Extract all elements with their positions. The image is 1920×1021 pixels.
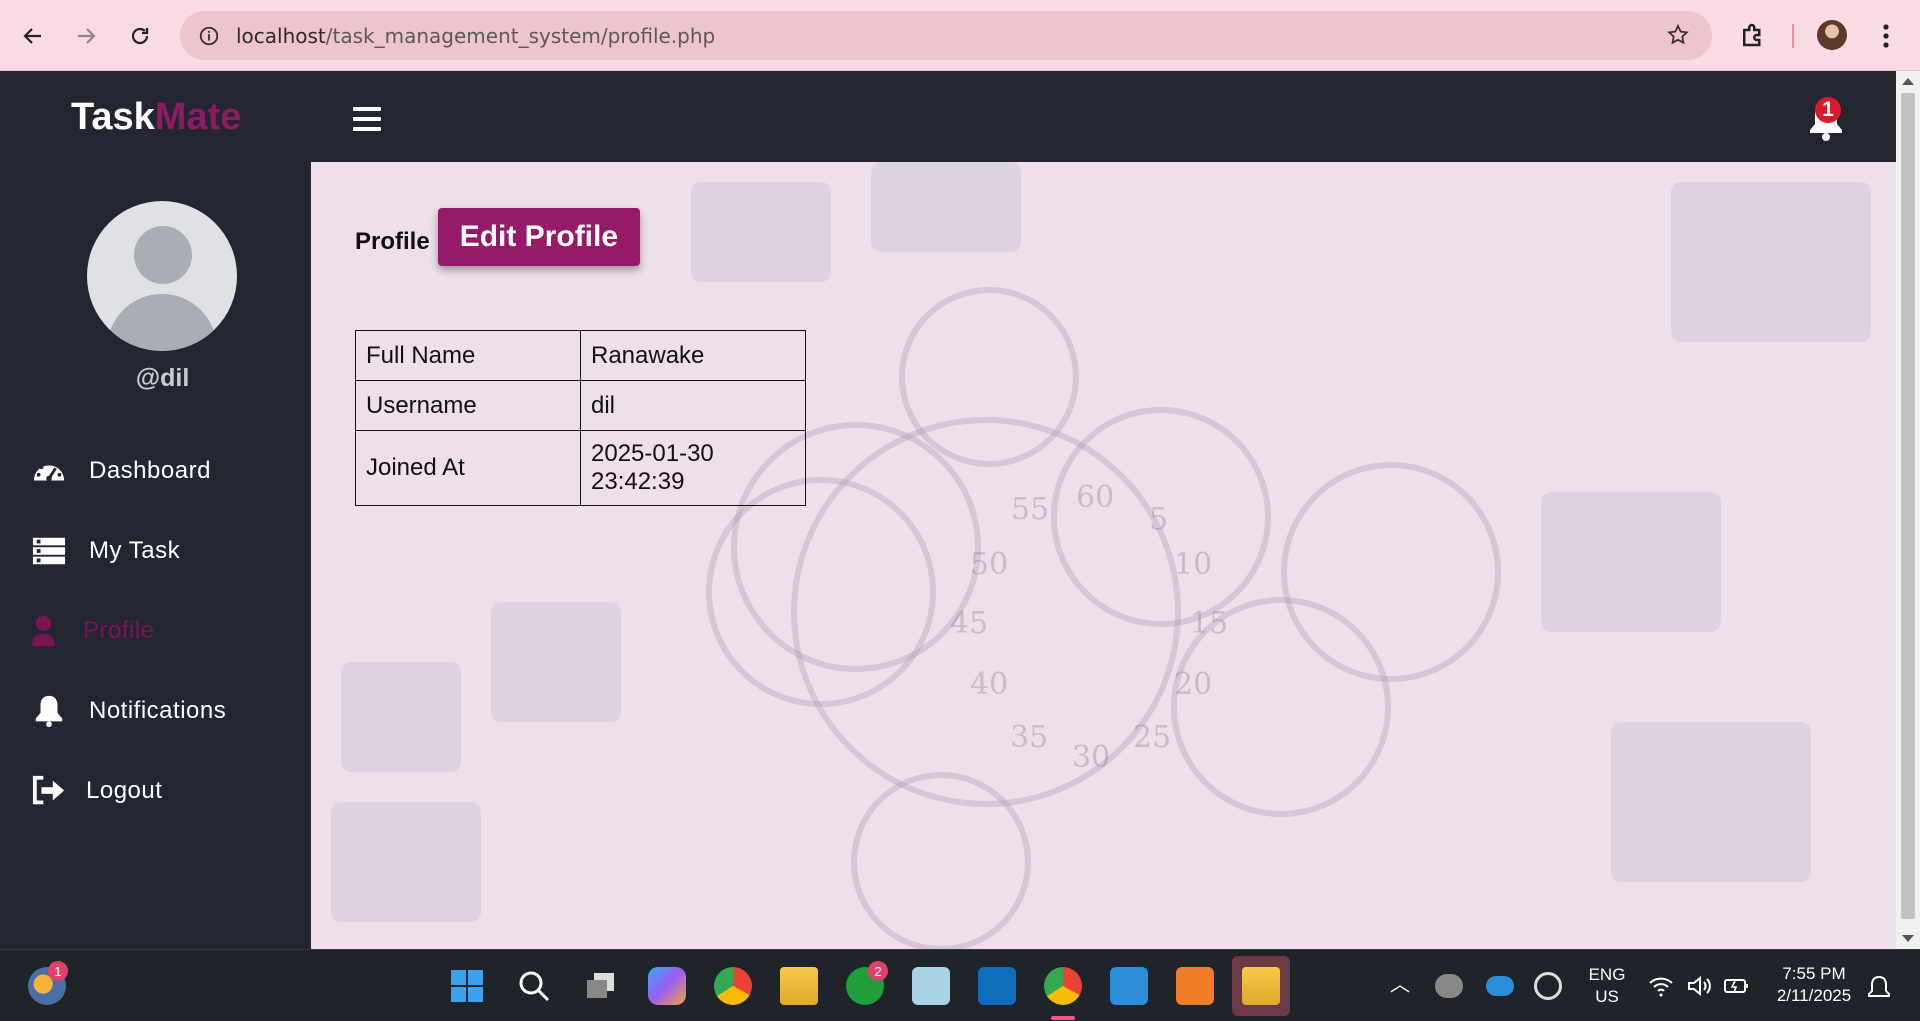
sidebar-item-label: Notifications: [89, 697, 227, 724]
copilot-icon[interactable]: [648, 967, 686, 1005]
table-label-cell: Username: [355, 380, 581, 431]
sidebar-item-label: Dashboard: [89, 457, 211, 484]
site-info-icon[interactable]: [198, 25, 220, 47]
notification-center-icon[interactable]: [1866, 974, 1892, 1000]
region-code: US: [1595, 987, 1619, 1006]
volume-icon[interactable]: [1686, 974, 1712, 998]
reload-icon: [131, 27, 149, 45]
extensions-puzzle-icon[interactable]: [1738, 20, 1768, 50]
sidebar-item-dashboard[interactable]: Dashboard: [29, 451, 211, 491]
hamburger-line: [353, 127, 381, 131]
page-title: Profile: [355, 228, 430, 255]
profile-header: Profile Edit Profile: [355, 208, 641, 266]
toolbar-separator: [1792, 24, 1794, 48]
edit-profile-button[interactable]: Edit Profile: [437, 208, 641, 266]
user-handle: @dil: [135, 364, 190, 392]
logout-icon: [29, 773, 69, 809]
table-value-cell: Ranawake: [580, 330, 806, 381]
sidebar-item-logout[interactable]: Logout: [29, 771, 162, 811]
scrollbar-thumb[interactable]: [1901, 93, 1915, 919]
language-code: ENG: [1588, 965, 1626, 984]
browser-toolbar: localhost/task_management_system/profile…: [0, 0, 1920, 71]
file-manager-icon[interactable]: [1242, 967, 1280, 1005]
scroll-down-icon[interactable]: [1902, 935, 1914, 942]
active-app-indicator: [1051, 1016, 1075, 1020]
reload-button[interactable]: [121, 17, 159, 55]
kebab-menu-icon[interactable]: [1876, 20, 1896, 52]
sidebar-item-label: Logout: [86, 777, 163, 804]
sync-icon[interactable]: [1534, 972, 1562, 1000]
table-value-cell: 2025-01-30 23:42:39: [580, 430, 806, 506]
vscode-icon[interactable]: [1110, 967, 1148, 1005]
logo-mate: Mate: [154, 96, 242, 138]
table-row: Username dil: [355, 380, 806, 431]
onedrive-icon[interactable]: [1486, 976, 1514, 996]
task-list-icon: [29, 533, 69, 569]
dashboard-gauge-icon: [29, 453, 69, 489]
user-icon: [29, 613, 69, 649]
table-label-cell: Full Name: [355, 330, 581, 381]
clock-date: 2/11/2025: [1776, 986, 1852, 1005]
browser-profile-avatar[interactable]: [1817, 20, 1847, 50]
address-bar[interactable]: localhost/task_management_system/profile…: [180, 11, 1712, 60]
chevron-up-icon[interactable]: ︿: [1390, 974, 1410, 996]
url-text[interactable]: localhost/task_management_system/profile…: [236, 24, 715, 48]
arrow-left-icon: [23, 28, 41, 44]
logo-task: Task: [71, 96, 155, 138]
hamburger-menu-button[interactable]: [353, 107, 381, 131]
forward-button[interactable]: [67, 17, 105, 55]
clock-time: 7:55 PM: [1782, 964, 1846, 983]
arrow-right-icon: [78, 28, 96, 44]
weather-badge: 1: [48, 961, 68, 981]
sidebar-item-my-task[interactable]: My Task: [29, 531, 180, 571]
hamburger-line: [353, 107, 381, 111]
search-icon[interactable]: [515, 967, 553, 1005]
url-path: /task_management_system/profile.php: [325, 23, 716, 48]
language-indicator[interactable]: ENG US: [1582, 964, 1632, 1008]
chrome-icon[interactable]: [714, 967, 752, 1005]
page-scrollbar[interactable]: [1896, 71, 1920, 949]
xbox-badge: 2: [868, 961, 888, 981]
app-header: TaskMate 1: [0, 71, 1896, 162]
cloud-error-icon[interactable]: [1435, 974, 1463, 998]
sidebar-item-label: Profile: [83, 617, 155, 644]
back-button[interactable]: [14, 17, 52, 55]
notification-count-badge: 1: [1815, 97, 1841, 123]
table-value-cell: dil: [580, 380, 806, 431]
bell-icon: [29, 693, 69, 729]
bookmark-star-icon[interactable]: [1666, 23, 1690, 47]
app-logo[interactable]: TaskMate: [71, 96, 241, 139]
avatar-head: [134, 226, 192, 284]
windows-taskbar: 1 2 ︿ ENG US 7:55 PM 2/11/2025: [0, 949, 1920, 1021]
outlook-icon[interactable]: [978, 967, 1016, 1005]
avatar-body: [107, 294, 217, 351]
profile-avatar: [87, 201, 237, 351]
scroll-up-icon[interactable]: [1902, 78, 1914, 85]
battery-icon[interactable]: [1722, 974, 1750, 998]
table-row: Full Name Ranawake: [355, 330, 806, 381]
chrome-profile-icon[interactable]: [1044, 967, 1082, 1005]
table-row: Joined At 2025-01-30 23:42:39: [355, 430, 806, 506]
sidebar-item-notifications[interactable]: Notifications: [29, 691, 226, 731]
wifi-icon[interactable]: [1648, 974, 1674, 998]
task-view-icon[interactable]: [582, 967, 620, 1005]
windows-start-icon[interactable]: [448, 967, 486, 1005]
sidebar: @dil Dashboard My Task Profile Notificat…: [0, 162, 311, 949]
profile-info-table: Full Name Ranawake Username dil Joined A…: [355, 330, 806, 506]
file-explorer-icon[interactable]: [780, 967, 818, 1005]
xampp-icon[interactable]: [1176, 967, 1214, 1005]
table-label-cell: Joined At: [355, 430, 581, 506]
sidebar-item-label: My Task: [89, 537, 181, 564]
main-content: 60 55 50 45 40 35 30 25 20 15 10 5 Profi…: [311, 162, 1896, 949]
app-store-icon[interactable]: [912, 967, 950, 1005]
clock[interactable]: 7:55 PM 2/11/2025: [1762, 963, 1866, 1007]
sidebar-item-profile[interactable]: Profile: [29, 611, 155, 651]
hamburger-line: [353, 117, 381, 121]
url-host: localhost: [236, 23, 326, 48]
notification-bell-button[interactable]: 1: [1803, 97, 1849, 143]
